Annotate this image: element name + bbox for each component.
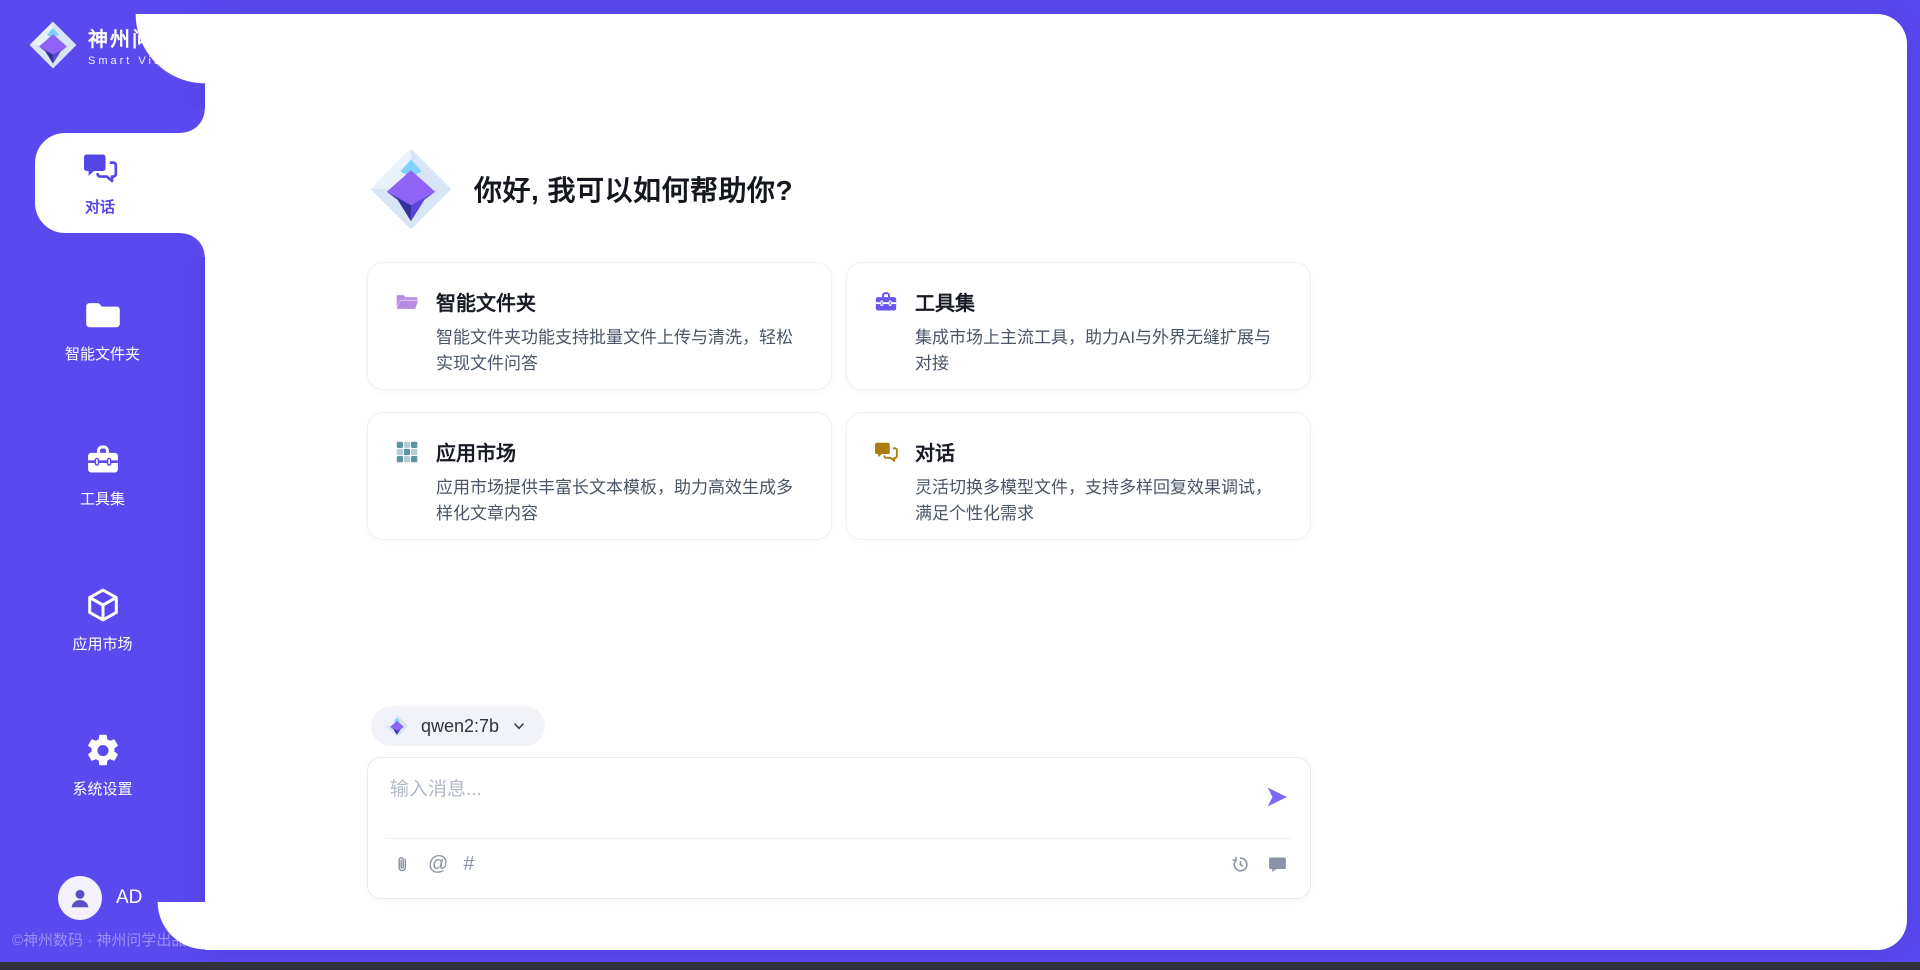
card-toolbox[interactable]: 工具集 集成市场上主流工具，助力AI与外界无缝扩展与对接 <box>846 262 1311 390</box>
card-description: 灵活切换多模型文件，支持多样回复效果调试，满足个性化需求 <box>915 475 1284 526</box>
grid-icon <box>394 439 420 465</box>
paperclip-icon[interactable] <box>392 854 413 875</box>
sidebar-item-toolbox[interactable]: 工具集 <box>0 437 205 513</box>
card-title: 应用市场 <box>436 437 516 466</box>
greeting-text: 你好, 我可以如何帮助你? <box>474 169 793 209</box>
card-title: 智能文件夹 <box>436 287 536 316</box>
sidebar-item-chat[interactable]: 对话 <box>35 133 205 233</box>
model-name: qwen2:7b <box>421 716 499 737</box>
card-app-market[interactable]: 应用市场 应用市场提供丰富长文本模板，助力高效生成多样化文章内容 <box>367 412 832 540</box>
card-description: 智能文件夹功能支持批量文件上传与清洗，轻松实现文件问答 <box>436 325 805 376</box>
toolbox-icon <box>84 441 122 479</box>
tab-corner-top <box>181 109 205 133</box>
composer-divider <box>386 838 1292 839</box>
chat-icon <box>873 439 899 465</box>
composer-tools-left: @ # <box>392 854 474 875</box>
model-selector[interactable]: qwen2:7b <box>371 706 545 746</box>
hashtag-icon[interactable]: # <box>463 854 474 875</box>
diamond-logo-icon <box>368 146 454 232</box>
message-composer: @ # <box>367 757 1311 899</box>
sidebar-item-smart-folder[interactable]: 智能文件夹 <box>0 292 205 368</box>
avatar <box>58 876 102 920</box>
window-bottom-strip <box>0 962 1920 970</box>
card-description: 应用市场提供丰富长文本模板，助力高效生成多样化文章内容 <box>436 475 805 526</box>
chevron-down-icon <box>511 718 527 734</box>
message-input[interactable] <box>368 758 1248 834</box>
copyright: ©神州数码 · 神州问学出品 <box>12 929 186 950</box>
tab-corner-bottom <box>181 233 205 257</box>
chat-bubble-icon[interactable] <box>1267 854 1288 875</box>
composer-tools-right <box>1230 854 1288 875</box>
mention-icon[interactable]: @ <box>428 854 448 875</box>
card-smart-folder[interactable]: 智能文件夹 智能文件夹功能支持批量文件上传与清洗，轻松实现文件问答 <box>367 262 832 390</box>
card-title: 对话 <box>915 437 955 466</box>
sidebar-item-label: 对话 <box>85 196 115 217</box>
diamond-logo-icon <box>28 20 78 70</box>
gear-icon <box>84 731 122 769</box>
app-logo-text: 神州问学 Smart Vision <box>88 23 186 67</box>
sidebar-item-label: 系统设置 <box>72 778 132 799</box>
card-chat[interactable]: 对话 灵活切换多模型文件，支持多样回复效果调试，满足个性化需求 <box>846 412 1311 540</box>
sidebar-item-label: 智能文件夹 <box>65 343 140 364</box>
card-title: 工具集 <box>915 287 975 316</box>
sidebar: 神州问学 Smart Vision 对话 智能文件夹 <box>0 0 205 970</box>
user-account[interactable]: AD <box>58 876 142 920</box>
send-icon[interactable] <box>1264 784 1290 810</box>
folder-icon <box>84 296 122 334</box>
app-logo: 神州问学 Smart Vision <box>28 20 186 70</box>
card-description: 集成市场上主流工具，助力AI与外界无缝扩展与对接 <box>915 325 1284 376</box>
sidebar-item-label: 工具集 <box>80 488 125 509</box>
sidebar-item-settings[interactable]: 系统设置 <box>0 727 205 803</box>
greeting: 你好, 我可以如何帮助你? <box>368 146 793 232</box>
cube-icon <box>84 586 122 624</box>
feature-cards: 智能文件夹 智能文件夹功能支持批量文件上传与清洗，轻松实现文件问答 工具集 集成… <box>367 262 1311 540</box>
chat-icon <box>81 149 119 187</box>
history-icon[interactable] <box>1230 854 1251 875</box>
sidebar-item-label: 应用市场 <box>72 633 132 654</box>
diamond-logo-icon <box>385 714 409 738</box>
app-subtitle: Smart Vision <box>88 55 186 67</box>
folder-open-icon <box>394 289 420 315</box>
sidebar-item-app-market[interactable]: 应用市场 <box>0 582 205 658</box>
user-name: AD <box>116 887 142 909</box>
app-name: 神州问学 <box>88 23 186 52</box>
toolbox-icon <box>873 289 899 315</box>
